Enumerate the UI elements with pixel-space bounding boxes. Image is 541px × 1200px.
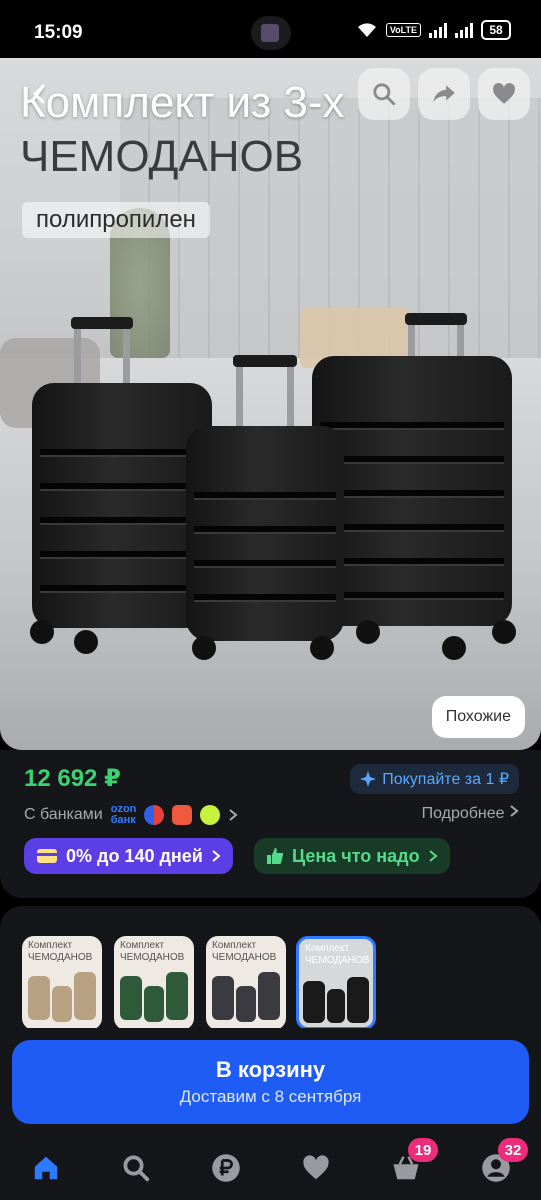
- variant-thumb-black-selected[interactable]: Комплект ЧЕМОДАНОВ: [296, 936, 376, 1030]
- mini-case: [74, 972, 96, 1020]
- bottom-nav: 19 32: [0, 1136, 541, 1200]
- nav-home[interactable]: [24, 1146, 68, 1190]
- wheel: [442, 636, 466, 660]
- wheel: [30, 620, 54, 644]
- mini-case: [258, 972, 280, 1020]
- variant-title: Комплект ЧЕМОДАНОВ: [120, 940, 185, 963]
- more-label: Подробнее: [421, 805, 505, 822]
- suitcase-handle-center: [233, 355, 297, 433]
- ruble-icon: [212, 1154, 240, 1182]
- battery-icon: 58: [481, 20, 511, 40]
- product-image[interactable]: Комплект из 3-х ЧЕМОДАНОВ полипропилен П…: [0, 58, 541, 750]
- more-link[interactable]: Подробнее: [422, 804, 519, 823]
- buy-badge-label: Покупайте за 1 ₽: [382, 771, 509, 788]
- heart-icon: [303, 1155, 329, 1180]
- image-title-line1: Комплект из 3-х: [20, 78, 345, 127]
- banks-label: С банками: [24, 806, 103, 823]
- favorite-button[interactable]: [478, 68, 530, 120]
- buy-for-1-badge[interactable]: Покупайте за 1 ₽: [350, 764, 519, 794]
- back-button[interactable]: [14, 68, 66, 120]
- image-title-line2: ЧЕМОДАНОВ: [20, 132, 304, 181]
- chevron-right-icon: [510, 805, 519, 817]
- bank-logo-orange: [172, 805, 193, 825]
- status-time: 15:09: [34, 22, 83, 43]
- mini-case: [347, 977, 369, 1023]
- chevron-right-icon: [229, 809, 238, 821]
- back-icon: [32, 84, 45, 104]
- home-icon: [34, 1156, 58, 1180]
- variant-title: Комплект ЧЕМОДАНОВ: [28, 940, 93, 963]
- mini-case: [236, 986, 256, 1022]
- mini-case: [120, 976, 142, 1020]
- status-icons: VoLTE 58: [356, 20, 511, 40]
- profile-badge: 32: [498, 1138, 528, 1162]
- nav-finance[interactable]: [204, 1146, 248, 1190]
- share-icon: [433, 85, 455, 103]
- variant-title: Комплект ЧЕМОДАНОВ: [212, 940, 277, 963]
- mini-case: [52, 986, 72, 1022]
- search-icon: [123, 1155, 150, 1182]
- variant-thumb-green[interactable]: Комплект ЧЕМОДАНОВ: [114, 936, 194, 1030]
- credit-pill-label: 0% до 140 дней: [66, 845, 203, 866]
- mini-case: [144, 986, 164, 1022]
- heart-icon: [493, 83, 515, 104]
- wheel: [310, 636, 334, 660]
- cart-bar: В корзину Доставим с 8 сентября: [0, 1028, 541, 1136]
- suitcase-center: [186, 426, 344, 641]
- price-card: 12 692 ₽ Покупайте за 1 ₽ С банками ozon…: [0, 750, 541, 898]
- image-title: Комплект из 3-х ЧЕМОДАНОВ: [20, 76, 345, 184]
- delivery-date: Доставим с 8 сентября: [179, 1087, 362, 1106]
- nav-cart[interactable]: 19: [384, 1138, 438, 1190]
- signal-icon-2: [455, 22, 473, 38]
- search-icon: [373, 83, 396, 106]
- banks-row[interactable]: С банками ozon банк: [24, 804, 238, 826]
- image-subtitle: полипропилен: [22, 202, 210, 238]
- suitcase-handle-left: [71, 317, 133, 390]
- price: 12 692 ₽: [24, 765, 121, 792]
- variant-thumb-dark[interactable]: Комплект ЧЕМОДАНОВ: [206, 936, 286, 1030]
- volte-indicator: VoLTE: [385, 23, 421, 37]
- add-to-cart-button[interactable]: В корзину Доставим с 8 сентября: [12, 1040, 529, 1124]
- nav-search[interactable]: [114, 1146, 158, 1190]
- wifi-icon: [357, 23, 376, 37]
- card-icon: [37, 849, 57, 863]
- nav-favorites[interactable]: [294, 1146, 338, 1190]
- sber-logo: [144, 805, 165, 825]
- mini-case: [303, 981, 325, 1023]
- signal-icon: [429, 22, 447, 38]
- variant-thumb-beige[interactable]: Комплект ЧЕМОДАНОВ: [22, 936, 102, 1030]
- share-button[interactable]: [418, 68, 470, 120]
- chevron-right-icon: [428, 850, 438, 862]
- chevron-right-icon: [212, 850, 221, 862]
- wheel: [74, 630, 98, 654]
- ozon-bank-logo: ozon банк: [110, 803, 137, 826]
- wheel: [492, 620, 516, 644]
- add-to-cart-label: В корзину: [215, 1057, 326, 1082]
- sparkle-icon: [360, 771, 377, 787]
- wheel: [192, 636, 216, 660]
- similar-button[interactable]: Похожие: [431, 696, 525, 738]
- wheel: [356, 620, 380, 644]
- mini-case: [28, 976, 50, 1020]
- bank-logo-green: [200, 805, 221, 825]
- suitcase-left: [32, 383, 212, 628]
- mini-case: [166, 972, 188, 1020]
- cart-count-badge: 19: [408, 1138, 438, 1162]
- thumbs-up-icon: [267, 848, 284, 864]
- good-price-pill[interactable]: Цена что надо: [254, 838, 450, 874]
- nav-profile[interactable]: 32: [474, 1138, 528, 1190]
- mini-case: [212, 976, 234, 1020]
- camera-cutout: [251, 16, 291, 50]
- status-bar: 15:09 VoLTE 58: [0, 0, 541, 60]
- search-button[interactable]: [358, 68, 410, 120]
- good-price-pill-label: Цена что надо: [292, 845, 420, 866]
- credit-pill[interactable]: 0% до 140 дней: [24, 838, 233, 874]
- mini-case: [327, 989, 345, 1023]
- variant-title: Комплект ЧЕМОДАНОВ: [305, 943, 370, 966]
